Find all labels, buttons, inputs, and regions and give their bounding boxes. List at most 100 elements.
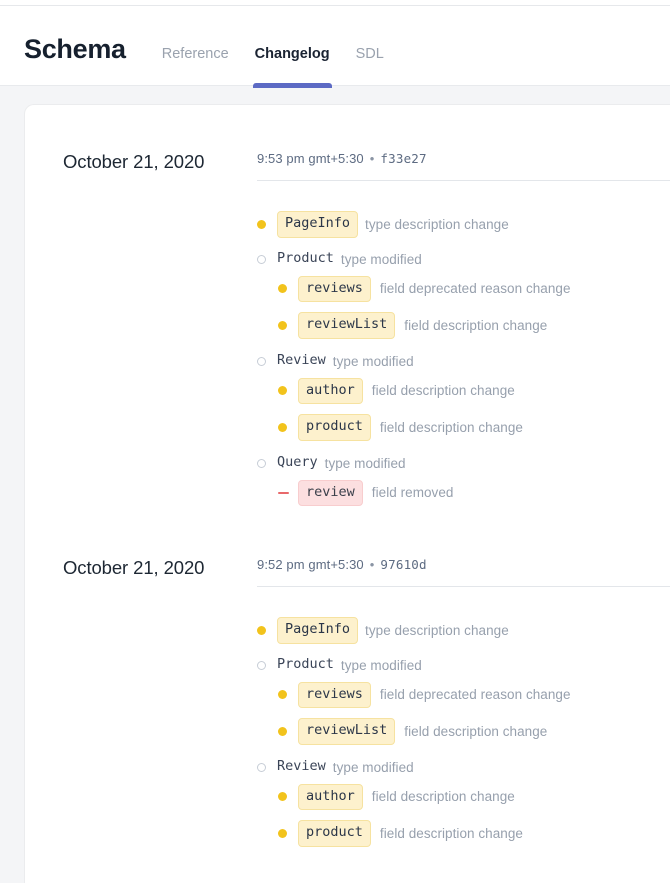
field-name-badge[interactable]: product	[298, 414, 371, 441]
changed-dot-glyph	[278, 320, 287, 330]
change-description: type modified	[340, 657, 422, 673]
tab-reference[interactable]: Reference	[162, 47, 229, 88]
changed-dot-glyph	[257, 625, 266, 635]
change-description: type description change	[365, 622, 509, 638]
change-description: field description change	[404, 723, 548, 739]
change-description: type description change	[365, 216, 509, 232]
field-change-row: reviewList field description change	[278, 713, 670, 750]
modified-circle-glyph	[257, 660, 266, 670]
field-change-row: reviews field deprecated reason change	[278, 677, 670, 714]
field-change-row: author field description change	[278, 779, 670, 816]
type-name-badge[interactable]: Review	[277, 760, 326, 774]
changed-dot-icon	[278, 690, 298, 700]
modified-circle-icon	[257, 356, 277, 366]
changed-dot-icon	[257, 625, 277, 635]
meta-separator: •	[369, 151, 375, 166]
changed-dot-glyph	[278, 690, 287, 700]
field-name-badge[interactable]: reviewList	[298, 718, 396, 745]
field-change-row: reviews field deprecated reason change	[278, 271, 670, 308]
type-name-badge[interactable]: Product	[277, 252, 334, 266]
field-name-badge[interactable]: product	[298, 820, 371, 847]
modified-circle-icon	[257, 254, 277, 264]
change-description: type modified	[332, 353, 414, 369]
change-description: field description change	[379, 419, 523, 435]
changed-dot-glyph	[257, 219, 266, 229]
field-change-row: product field description change	[278, 409, 670, 446]
change-description: field deprecated reason change	[379, 281, 571, 297]
type-name-badge[interactable]: Query	[277, 456, 318, 470]
tab-bar: Reference Changelog SDL	[162, 47, 384, 88]
changed-dot-icon	[278, 422, 298, 432]
modified-circle-glyph	[257, 254, 266, 264]
field-change-row: product field description change	[278, 815, 670, 852]
type-change-row: Review type modified	[257, 344, 670, 373]
entry-commit-hash[interactable]: f33e27	[380, 151, 426, 166]
change-description: field deprecated reason change	[379, 687, 571, 703]
type-change-row: Query type modified	[257, 446, 670, 475]
meta-separator: •	[369, 557, 375, 572]
changed-dot-icon	[278, 386, 298, 396]
change-description: type modified	[332, 759, 414, 775]
changed-dot-glyph	[278, 386, 287, 396]
entry-meta: 9:53 pm gmt+5:30 • f33e27	[257, 151, 670, 180]
modified-circle-icon	[257, 660, 277, 670]
changed-dot-icon	[278, 320, 298, 330]
modified-circle-glyph	[257, 356, 266, 366]
type-name-badge[interactable]: PageInfo	[277, 617, 359, 644]
type-change-row: Product type modified	[257, 242, 670, 271]
field-name-badge[interactable]: reviews	[298, 681, 371, 708]
field-name-badge[interactable]: review	[298, 479, 363, 506]
entry-date-column: October 21, 2020	[25, 105, 257, 173]
type-name-badge[interactable]: Product	[277, 658, 334, 672]
changed-dot-glyph	[278, 726, 287, 736]
changed-dot-glyph	[278, 422, 287, 432]
change-description: field description change	[404, 317, 548, 333]
entry-meta: 9:52 pm gmt+5:30 • 97610d	[257, 557, 670, 586]
changed-dot-icon	[278, 828, 298, 838]
page-body: October 21, 2020 9:53 pm gmt+5:30 • f33e27 P…	[0, 86, 670, 883]
entry-time: 9:53 pm gmt+5:30	[257, 151, 364, 166]
field-name-badge[interactable]: author	[298, 377, 363, 404]
entry-date-column: October 21, 2020	[25, 511, 257, 579]
field-change-row: reviewList field description change	[278, 307, 670, 344]
header-inner: Schema Reference Changelog SDL	[24, 6, 384, 88]
type-change-row: Product type modified	[257, 648, 670, 677]
page-title: Schema	[24, 34, 126, 64]
page-header: Schema Reference Changelog SDL	[0, 6, 670, 88]
change-description: type modified	[340, 251, 422, 267]
entry-commit-hash[interactable]: 97610d	[380, 557, 426, 572]
change-description: field description change	[371, 383, 515, 399]
changed-dot-glyph	[278, 828, 287, 838]
change-description: field description change	[379, 825, 523, 841]
removed-dash-glyph	[278, 491, 289, 494]
entry-time: 9:52 pm gmt+5:30	[257, 557, 364, 572]
entry-main-column: 9:52 pm gmt+5:30 • 97610d PageInfo type desc…	[257, 511, 670, 852]
entry-divider	[257, 180, 670, 181]
tab-sdl[interactable]: SDL	[356, 47, 384, 88]
type-change-row: PageInfo type description change	[257, 201, 670, 242]
changed-dot-icon	[278, 792, 298, 802]
removed-dash-icon	[278, 491, 298, 494]
change-description: field removed	[371, 485, 454, 501]
modified-circle-icon	[257, 458, 277, 468]
field-name-badge[interactable]: author	[298, 783, 363, 810]
field-name-badge[interactable]: reviewList	[298, 312, 396, 339]
changed-dot-icon	[278, 726, 298, 736]
entry-date: October 21, 2020	[63, 557, 205, 578]
entry-main-column: 9:53 pm gmt+5:30 • f33e27 PageInfo type desc…	[257, 105, 670, 511]
modified-circle-icon	[257, 762, 277, 772]
type-name-badge[interactable]: Review	[277, 354, 326, 368]
changed-dot-glyph	[278, 284, 287, 294]
change-description: type modified	[324, 455, 406, 471]
change-description: field description change	[371, 789, 515, 805]
changelog-entry: October 21, 2020 9:53 pm gmt+5:30 • f33e27 P…	[25, 105, 670, 511]
changed-dot-glyph	[278, 792, 287, 802]
changed-dot-icon	[278, 284, 298, 294]
modified-circle-glyph	[257, 458, 266, 468]
changelog-card: October 21, 2020 9:53 pm gmt+5:30 • f33e27 P…	[25, 105, 670, 883]
change-list: PageInfo type description change Product ty…	[257, 607, 670, 852]
changelog-entry: October 21, 2020 9:52 pm gmt+5:30 • 97610d P…	[25, 511, 670, 852]
tab-changelog[interactable]: Changelog	[252, 47, 332, 88]
field-name-badge[interactable]: reviews	[298, 275, 371, 302]
type-name-badge[interactable]: PageInfo	[277, 211, 359, 238]
